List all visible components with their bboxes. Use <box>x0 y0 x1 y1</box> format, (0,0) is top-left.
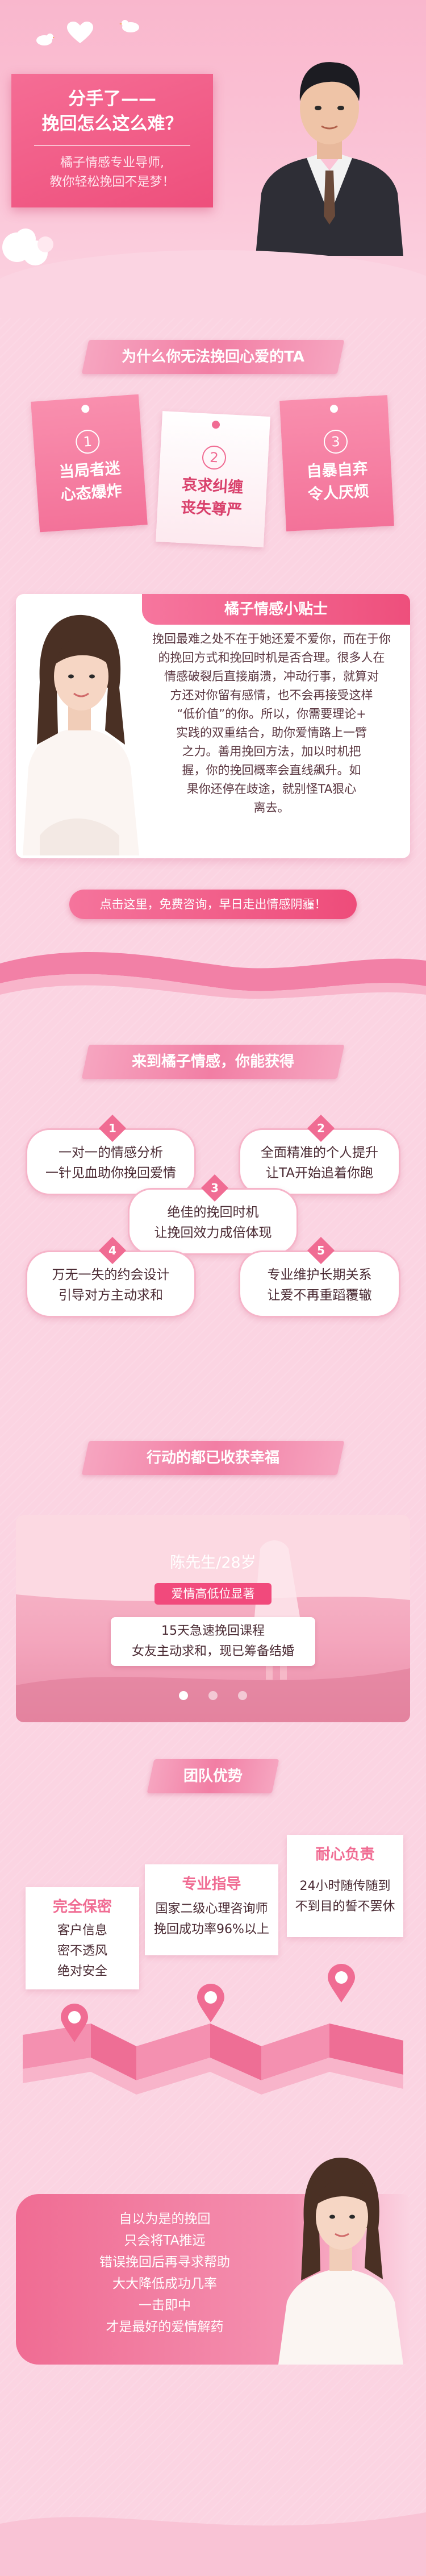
why-card-3: 3 自暴自弃 令人厌烦 <box>279 395 394 531</box>
team-card-text: 挽回成功率96%以上 <box>154 1922 269 1937</box>
hero-subtitle-line2: 教你轻松挽回不是梦！ <box>49 175 175 189</box>
team-card-title: 完全保密 <box>52 1898 112 1916</box>
gain-text: 万无一失的约会设计 <box>52 1268 170 1282</box>
carousel-dot[interactable] <box>179 1691 188 1700</box>
team-card-text: 国家二级心理咨询师 <box>155 1902 268 1916</box>
why-card-text: 令人厌烦 <box>307 483 370 504</box>
gains-banner-text: 来到橘子情感，你能获得 <box>131 1053 294 1070</box>
advisor-photo <box>23 614 139 855</box>
gain-number-badge: 3 <box>201 1174 229 1202</box>
tips-line: 离去。 <box>253 801 290 815</box>
why-card-text: 丧失尊严 <box>180 498 243 520</box>
location-pin-icon <box>328 1964 355 2002</box>
team-banner-text: 团队优势 <box>183 1768 243 1785</box>
gain-text: 一对一的情感分析 <box>59 1145 163 1160</box>
mentor-photo <box>256 62 403 256</box>
tips-line: 握，你的挽回概率会直线飙升。如 <box>182 763 361 777</box>
why-card-2: 2 哀求纠缠 丧失尊严 <box>156 411 270 547</box>
team-card-title: 专业指导 <box>182 1876 241 1893</box>
why-banner: 为什么你无法挽回心爱的TA <box>81 340 345 374</box>
story-banner: 行动的都已收获幸福 <box>81 1441 345 1475</box>
free-consult-button[interactable]: 点击这里，免费咨询，早日走出情感阴霾！ <box>69 890 357 919</box>
tips-line: 情感破裂后直接崩溃，冲动行事，就算对 <box>164 670 379 683</box>
tips-line: 实践的双重结合，助你爱情路上一臂 <box>176 726 367 739</box>
team-card-3: 耐心负责 24小时随传随到 不到目的誓不罢休 <box>287 1835 403 1937</box>
tips-line: “低价值”的你。所以，你需要理论+ <box>177 707 366 721</box>
tips-title: 橘子情感小贴士 <box>142 594 410 625</box>
gain-text: 引导对方主动求和 <box>59 1288 163 1303</box>
hero-headline-card: 分手了—— 挽回怎么这么难？ 橘子情感专业导师, 教你轻松挽回不是梦！ <box>11 74 213 207</box>
why-card-number: 1 <box>74 429 101 455</box>
carousel-dot[interactable] <box>208 1691 218 1700</box>
bird-icon <box>119 20 139 32</box>
pin-icon <box>211 420 220 429</box>
team-banner: 团队优势 <box>147 1759 279 1793</box>
tips-line: 之力。善用挽回方法，加以时机把 <box>182 745 361 758</box>
team-card-text: 不到目的誓不罢休 <box>295 1900 395 1914</box>
hero-title-line2: 挽回怎么这么难？ <box>41 114 183 134</box>
team-card-text: 24小时随传随到 <box>299 1879 391 1893</box>
gain-text: 让TA开始追着你跑 <box>266 1166 373 1181</box>
gain-text: 专业维护长期关系 <box>267 1268 372 1282</box>
gain-item-2: 2 全面精准的个人提升 让TA开始追着你跑 <box>239 1114 400 1195</box>
wave-divider <box>0 952 426 999</box>
story-detail-line: 女友主动求和，现已筹备结婚 <box>131 1644 294 1659</box>
story-client-name: 陈先生/28岁 <box>170 1554 256 1572</box>
location-pin-icon <box>61 2004 88 2042</box>
why-card-1: 1 当局者迷 心态爆炸 <box>31 394 148 533</box>
tips-line: 果你还停在歧途，就别怪TA狠心 <box>186 782 357 796</box>
hero-divider <box>34 145 190 146</box>
tips-body: 挽回最难之处不在于她还爱不爱你，而在于你 的挽回方式和挽回时机是否合理。很多人在… <box>136 630 407 817</box>
heart-icon <box>67 22 93 43</box>
team-card-text: 客户信息 <box>57 1923 107 1938</box>
tips-line: 挽回最难之处不在于她还爱不爱你，而在于你 <box>152 632 391 646</box>
gain-text: 绝佳的挽回时机 <box>167 1205 259 1220</box>
why-card-number: 3 <box>323 429 349 455</box>
gain-item-3: 3 绝佳的挽回时机 让挽回效力成倍体现 <box>128 1174 298 1255</box>
pin-icon <box>329 404 339 413</box>
tips-line: 方还对你留有感情，也不会再接受这样 <box>170 688 373 702</box>
bird-icon <box>36 34 55 45</box>
final-message: 自以为是的挽回 只会将TA推远 错误挽回后再寻求帮助 大大降低成功几率 一击即中… <box>62 2208 267 2338</box>
gain-number-badge: 2 <box>307 1114 335 1142</box>
team-card-2: 专业指导 国家二级心理咨询师 挽回成功率96%以上 <box>145 1864 278 1955</box>
gain-item-4: 4 万无一失的约会设计 引导对方主动求和 <box>26 1236 196 1318</box>
location-pin-icon <box>197 1984 224 2022</box>
gain-number-badge: 5 <box>307 1236 335 1265</box>
carousel-dot[interactable] <box>238 1691 247 1700</box>
gain-number-badge: 1 <box>98 1114 127 1142</box>
gain-item-5: 5 专业维护长期关系 让爱不再重蹈覆辙 <box>239 1236 400 1318</box>
hero-section: 分手了—— 挽回怎么这么难？ 橘子情感专业导师, 教你轻松挽回不是梦！ <box>0 0 426 318</box>
final-line: 自以为是的挽回 <box>119 2212 211 2226</box>
success-story-carousel[interactable]: 陈先生/28岁 爱情高低位显著 15天急速挽回课程 女友主动求和，现已筹备结婚 <box>16 1515 410 1722</box>
pin-icon <box>81 404 90 413</box>
gain-text: 让挽回效力成倍体现 <box>154 1225 272 1240</box>
gain-text: 一针见血助你挽回爱情 <box>45 1166 176 1181</box>
story-banner-text: 行动的都已收获幸福 <box>146 1449 279 1466</box>
bottom-wave <box>0 2512 426 2576</box>
hero-wave <box>0 250 426 318</box>
hero-title-line1: 分手了—— <box>68 89 156 109</box>
final-line: 只会将TA推远 <box>124 2233 206 2248</box>
final-line: 错误挽回后再寻求帮助 <box>99 2255 230 2270</box>
story-tag: 爱情高低位显著 <box>154 1583 272 1605</box>
story-detail: 15天急速挽回课程 女友主动求和，现已筹备结婚 <box>111 1617 315 1666</box>
advisor-photo <box>278 2157 403 2365</box>
final-line: 大大降低成功几率 <box>112 2276 217 2291</box>
gain-item-1: 1 一对一的情感分析 一针见血助你挽回爱情 <box>26 1114 196 1195</box>
why-banner-text: 为什么你无法挽回心爱的TA <box>122 348 304 365</box>
why-card-number: 2 <box>201 444 227 471</box>
gain-number-badge: 4 <box>98 1236 127 1265</box>
story-detail-line: 15天急速挽回课程 <box>161 1624 265 1638</box>
gain-text: 全面精准的个人提升 <box>261 1145 378 1160</box>
hero-subtitle-line1: 橘子情感专业导师, <box>60 156 164 170</box>
team-card-title: 耐心负责 <box>315 1846 375 1863</box>
tips-line: 的挽回方式和挽回时机是否合理。很多人在 <box>158 651 385 664</box>
final-line: 才是最好的爱情解药 <box>106 2320 224 2334</box>
gains-banner: 来到橘子情感，你能获得 <box>81 1045 345 1079</box>
final-line: 一击即中 <box>139 2298 191 2313</box>
gain-text: 让爱不再重蹈覆辙 <box>267 1288 372 1303</box>
